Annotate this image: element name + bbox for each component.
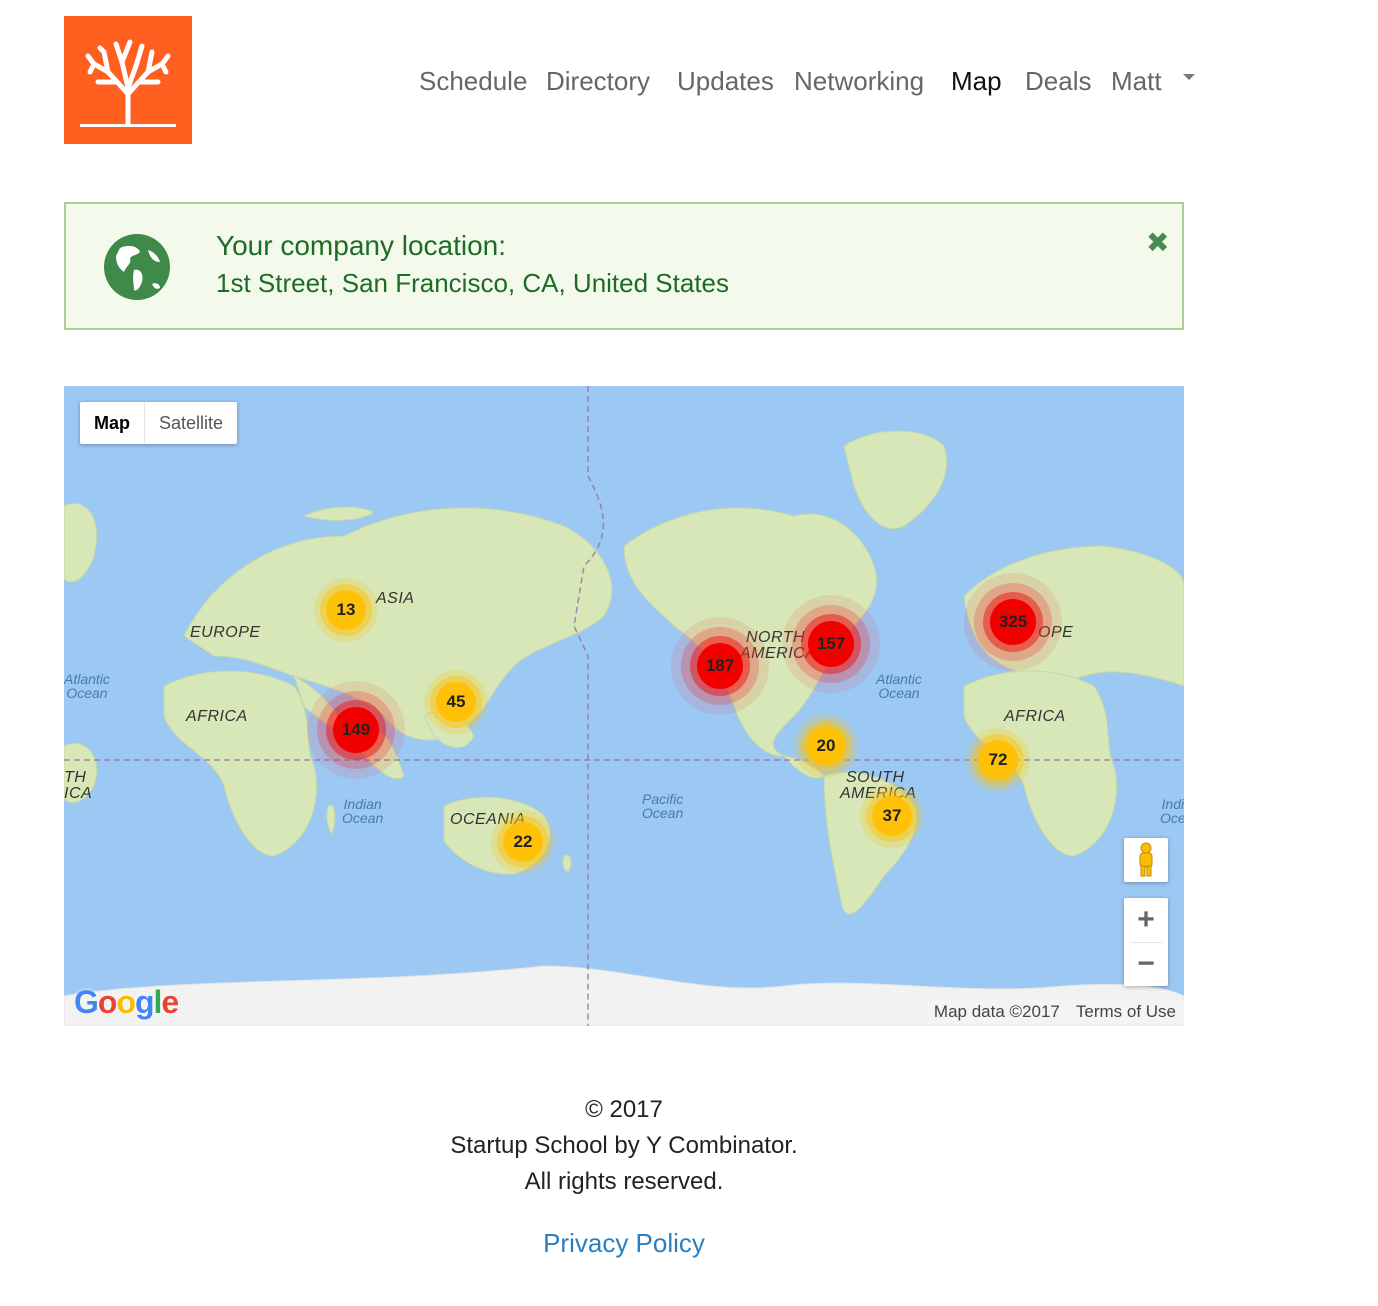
region-label: AFRICA xyxy=(1004,708,1066,725)
nav-schedule[interactable]: Schedule xyxy=(419,62,527,100)
divider xyxy=(1130,942,1162,943)
chevron-down-icon[interactable] xyxy=(1183,74,1195,80)
cluster-marker[interactable]: 187 xyxy=(697,643,743,689)
ocean-label: Indian Ocean xyxy=(342,796,384,826)
footer-rights: All rights reserved. xyxy=(524,1168,724,1195)
ocean-label: Atlantic Ocean xyxy=(876,671,922,701)
cluster-marker[interactable]: 325 xyxy=(990,599,1036,645)
cluster-marker[interactable]: 37 xyxy=(872,796,912,836)
map-type-map-button[interactable]: Map xyxy=(80,402,145,444)
cluster-marker[interactable]: 20 xyxy=(806,726,846,766)
cluster-marker[interactable]: 22 xyxy=(503,822,543,862)
zoom-out-button[interactable]: − xyxy=(1124,942,1168,986)
zoom-control: + − xyxy=(1124,898,1168,986)
street-view-pegman-icon[interactable] xyxy=(1124,838,1168,882)
tree-logo-icon xyxy=(80,39,176,127)
region-label: ICA xyxy=(64,785,93,802)
cluster-marker[interactable]: 157 xyxy=(808,621,854,667)
close-icon[interactable]: ✖ xyxy=(1146,226,1169,259)
world-map[interactable]: Map Satellite ASIA EUROPE AFRICA OCEANIA… xyxy=(64,386,1184,1026)
cluster-marker[interactable]: 13 xyxy=(326,590,366,630)
region-label: EUROPE xyxy=(190,624,261,641)
alert-title: Your company location: xyxy=(216,230,507,261)
map-attribution: Map data ©2017 Terms of Use xyxy=(925,1000,1184,1024)
globe-icon xyxy=(104,234,170,300)
ocean-label: Atlantic Ocean xyxy=(64,671,110,701)
privacy-policy-link[interactable]: Privacy Policy xyxy=(0,1228,1248,1259)
map-tiles xyxy=(64,386,1184,1026)
map-type-satellite-button[interactable]: Satellite xyxy=(145,402,237,444)
region-label: OPE xyxy=(1038,624,1074,641)
region-label: AMERICA xyxy=(740,645,817,662)
footer-company: Startup School by Y Combinator. xyxy=(450,1132,798,1159)
nav-user-menu[interactable]: Matt xyxy=(1111,62,1162,100)
map-type-toggle: Map Satellite xyxy=(80,402,238,444)
terms-of-use-link[interactable]: Terms of Use xyxy=(1068,1000,1184,1024)
company-address: 1st Street, San Francisco, CA, United St… xyxy=(216,268,730,298)
footer-copyright: © 2017 xyxy=(585,1096,663,1123)
ocean-label: Pacific Ocean xyxy=(642,791,684,821)
cluster-marker[interactable]: 72 xyxy=(978,740,1018,780)
region-label: AFRICA xyxy=(186,708,248,725)
map-data-label: Map data ©2017 xyxy=(933,1002,1060,1021)
nav-map[interactable]: Map xyxy=(951,62,1002,100)
nav-directory[interactable]: Directory xyxy=(546,62,650,100)
ocean-label: Indi Oce xyxy=(1160,796,1184,826)
cluster-marker[interactable]: 45 xyxy=(436,682,476,722)
company-location-alert: Your company location: 1st Street, San F… xyxy=(64,202,1184,330)
region-label: ASIA xyxy=(376,590,415,607)
cluster-marker[interactable]: 149 xyxy=(333,707,379,753)
startup-school-logo[interactable] xyxy=(64,16,192,144)
zoom-in-button[interactable]: + xyxy=(1124,898,1168,942)
nav-updates[interactable]: Updates xyxy=(677,62,774,100)
nav-networking[interactable]: Networking xyxy=(794,62,924,100)
google-logo[interactable]: Google xyxy=(74,984,179,1021)
nav-deals[interactable]: Deals xyxy=(1025,62,1091,100)
